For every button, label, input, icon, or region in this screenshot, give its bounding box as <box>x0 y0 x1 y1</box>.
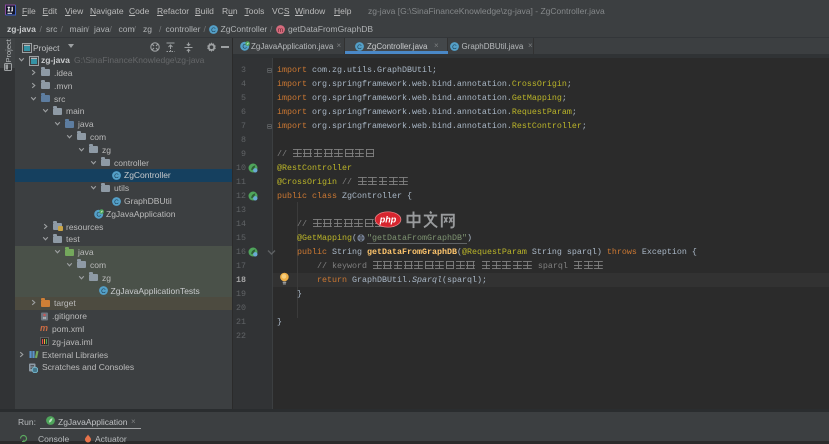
svg-text:C: C <box>114 198 119 205</box>
svg-text:m: m <box>278 26 283 33</box>
svg-text:C: C <box>101 288 106 295</box>
svg-text:Project: Project <box>4 38 13 62</box>
svg-text:C: C <box>452 43 457 50</box>
svg-text:C: C <box>211 26 216 33</box>
svg-text:php: php <box>379 215 397 225</box>
svg-text:C: C <box>357 43 362 50</box>
svg-text:C: C <box>114 173 119 180</box>
